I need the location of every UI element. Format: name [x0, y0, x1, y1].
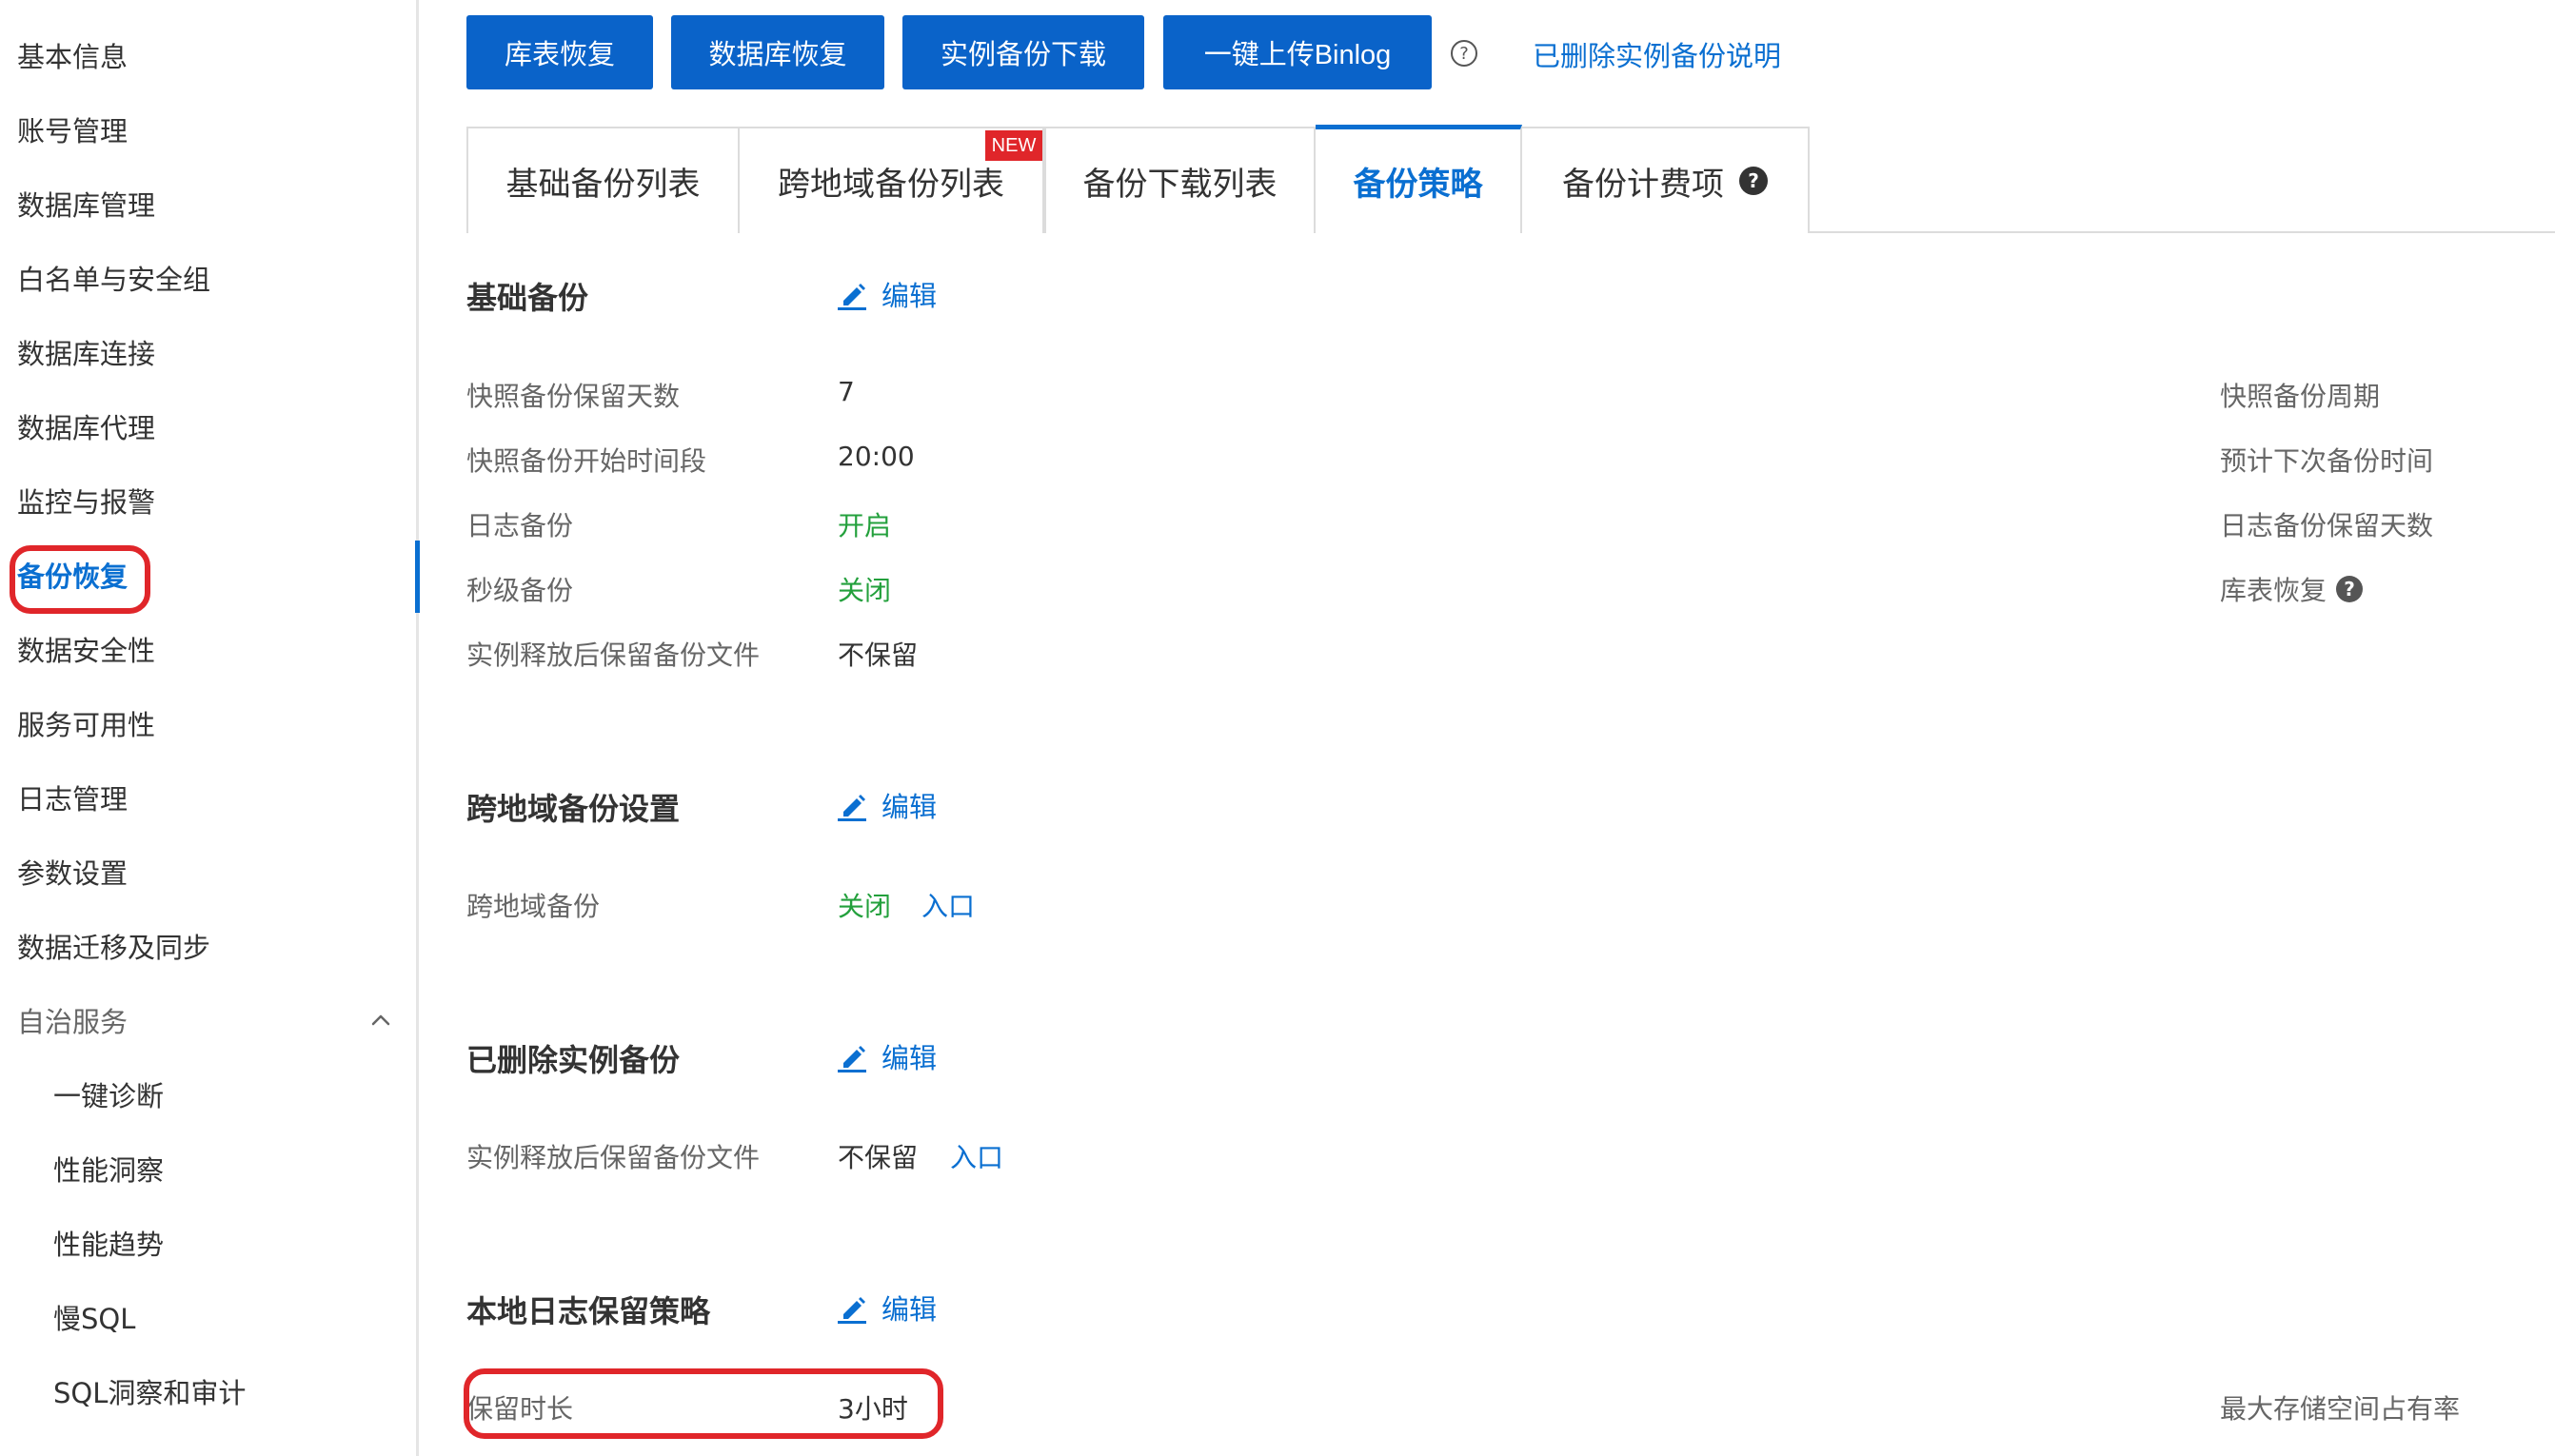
sidebar-item-proxy[interactable]: 数据库代理 — [17, 409, 155, 447]
field-label-max-storage-usage: 最大存储空间占有率 — [2220, 1393, 2461, 1425]
field-value-log-backup: 开启 — [838, 510, 892, 541]
upload-binlog-button[interactable]: 一键上传Binlog — [1163, 15, 1432, 89]
sidebar-item-connection[interactable]: 数据库连接 — [17, 335, 155, 373]
question-circle-icon[interactable]: ? — [1451, 40, 1477, 67]
field-label-table-restore: 库表恢复 ? — [2220, 570, 2364, 608]
sidebar-subitem-diagnosis[interactable]: 一键诊断 — [53, 1077, 164, 1115]
sidebar-active-indicator — [415, 541, 420, 613]
field-value-second-level-backup: 关闭 — [838, 575, 892, 606]
edit-deleted-instance-button[interactable]: 编辑 — [836, 1036, 937, 1076]
field-label-retention-duration: 保留时长 — [466, 1393, 574, 1425]
field-label-next-backup-time: 预计下次备份时间 — [2220, 445, 2434, 477]
pencil-icon — [838, 284, 866, 310]
chevron-up-icon[interactable] — [367, 1007, 394, 1033]
deleted-instance-backup-help-link[interactable]: 已删除实例备份说明 — [1533, 34, 1781, 74]
section-title-local-log: 本地日志保留策略 — [466, 1293, 711, 1329]
sidebar-item-basic-info[interactable]: 基本信息 — [17, 38, 128, 76]
table-restore-button[interactable]: 库表恢复 — [466, 15, 653, 89]
field-label-log-backup: 日志备份 — [466, 510, 574, 541]
field-value-cross-region-backup: 关闭 — [838, 891, 892, 922]
sidebar-subitem-insight[interactable]: 性能洞察 — [53, 1151, 164, 1190]
field-label-second-level-backup: 秒级备份 — [466, 575, 574, 606]
sidebar-item-parameters[interactable]: 参数设置 — [17, 855, 128, 893]
field-value-snapshot-retention: 7 — [838, 376, 855, 407]
sidebar-group-autonomy[interactable]: 自治服务 — [17, 1003, 128, 1041]
edit-local-log-button[interactable]: 编辑 — [836, 1288, 937, 1328]
edit-label: 编辑 — [881, 791, 938, 823]
field-value-retention-duration: 3小时 — [838, 1393, 908, 1425]
instance-backup-download-button[interactable]: 实例备份下载 — [902, 15, 1144, 89]
field-label-snapshot-cycle: 快照备份周期 — [2220, 381, 2381, 412]
tab-backup-policy[interactable]: 备份策略 — [1316, 125, 1522, 233]
field-value-snapshot-start-time: 20:00 — [838, 441, 915, 472]
sidebar-item-availability[interactable]: 服务可用性 — [17, 706, 155, 744]
section-title-deleted-instance: 已删除实例备份 — [466, 1042, 681, 1078]
field-value-retain-after-release: 不保留 — [838, 639, 919, 671]
sidebar-item-data-security[interactable]: 数据安全性 — [17, 632, 155, 670]
edit-cross-region-button[interactable]: 编辑 — [836, 785, 937, 825]
edit-label: 编辑 — [881, 280, 938, 312]
help-icon[interactable]: ? — [2336, 576, 2364, 602]
sidebar: 基本信息 账号管理 数据库管理 白名单与安全组 数据库连接 数据库代理 监控与报… — [0, 0, 420, 1456]
database-restore-button[interactable]: 数据库恢复 — [671, 15, 884, 89]
tab-backup-billing[interactable]: 备份计费项 ? — [1522, 127, 1810, 233]
field-label-retain-after-release: 实例释放后保留备份文件 — [466, 639, 761, 671]
field-label-snapshot-start-time: 快照备份开始时间段 — [466, 445, 707, 477]
edit-label: 编辑 — [881, 1293, 938, 1326]
tab-backup-download-list[interactable]: 备份下载列表 — [1044, 127, 1316, 233]
sidebar-subitem-slow-sql[interactable]: 慢SQL — [53, 1300, 135, 1338]
field-label-cross-region-backup: 跨地域备份 — [466, 891, 601, 922]
sidebar-item-whitelist[interactable]: 白名单与安全组 — [17, 261, 210, 299]
edit-label: 编辑 — [881, 1042, 938, 1074]
field-label-log-retention: 日志备份保留天数 — [2220, 510, 2434, 541]
new-badge: NEW — [985, 130, 1042, 161]
field-label-deleted-retain: 实例释放后保留备份文件 — [466, 1142, 761, 1173]
field-label-table-restore-text: 库表恢复 — [2220, 575, 2327, 606]
edit-basic-backup-button[interactable]: 编辑 — [836, 274, 937, 314]
sidebar-subitem-trends[interactable]: 性能趋势 — [53, 1226, 164, 1264]
sidebar-item-accounts[interactable]: 账号管理 — [17, 112, 128, 150]
pencil-icon — [838, 1046, 866, 1072]
sidebar-item-migration[interactable]: 数据迁移及同步 — [17, 929, 210, 967]
section-title-cross-region: 跨地域备份设置 — [466, 791, 681, 827]
sidebar-item-backup-restore[interactable]: 备份恢复 — [17, 558, 128, 596]
section-title-basic-backup: 基础备份 — [466, 280, 589, 316]
tab-basic-backup-list[interactable]: 基础备份列表 — [466, 127, 740, 233]
sidebar-subitem-sql-audit[interactable]: SQL洞察和审计 — [53, 1374, 246, 1412]
cross-region-entry-link[interactable]: 入口 — [921, 886, 975, 924]
sidebar-item-logs[interactable]: 日志管理 — [17, 780, 128, 818]
field-value-deleted-retain: 不保留 — [838, 1142, 919, 1173]
pencil-icon — [838, 1297, 866, 1324]
help-icon[interactable]: ? — [1739, 167, 1768, 195]
tab-backup-billing-label: 备份计费项 — [1562, 165, 1724, 204]
deleted-instance-entry-link[interactable]: 入口 — [950, 1137, 1003, 1175]
sidebar-item-databases[interactable]: 数据库管理 — [17, 187, 155, 225]
sidebar-item-monitoring[interactable]: 监控与报警 — [17, 483, 155, 521]
field-label-snapshot-retention: 快照备份保留天数 — [466, 381, 681, 412]
pencil-icon — [838, 795, 866, 821]
